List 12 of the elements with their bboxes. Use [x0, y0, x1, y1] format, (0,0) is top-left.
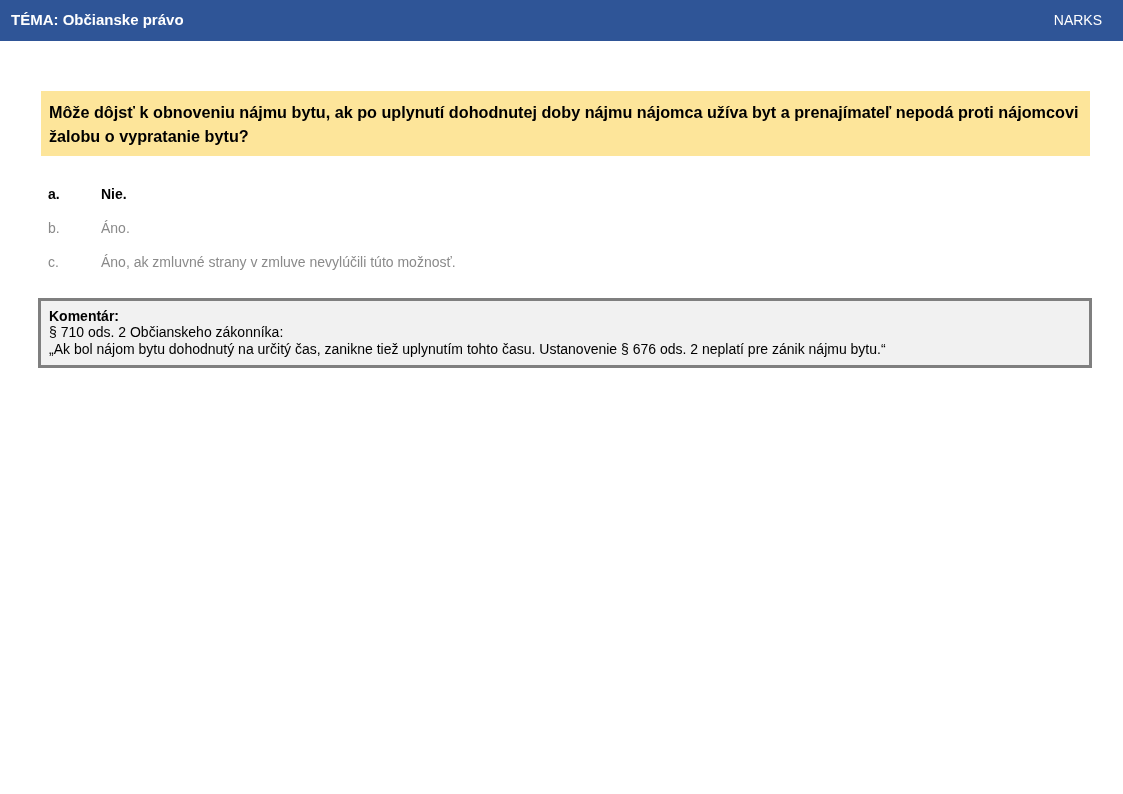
answer-text: Nie.	[101, 184, 127, 204]
comment-line: § 710 ods. 2 Občianskeho zákonníka:	[49, 324, 285, 342]
answer-letter: c.	[48, 252, 60, 272]
question-text: Môže dôjsť k obnoveniu nájmu bytu, ak po uplynutí dohodnutej doby nájmu nájomca užíva byt a prenajímateľ nepodá proti nájomcovi žalobu o vypratanie bytu?	[41, 91, 1090, 156]
comment-line: „Ak bol nájom bytu dohodnutý na určitý čas, zanikne tiež uplynutím tohto času. Ustanovenie § 676 ods. 2 neplatí pre zánik nájmu bytu.“	[49, 341, 887, 358]
comment-heading: Komentár:	[49, 307, 120, 325]
answer-text: Áno.	[101, 218, 130, 238]
brand-label: NARKS	[1053, 11, 1102, 30]
answer-letter: a.	[48, 184, 61, 204]
topic-title: TÉMA: Občianske právo	[11, 10, 184, 31]
answer-text: Áno, ak zmluvné strany v zmluve nevylúčili túto možnosť.	[101, 252, 456, 272]
answer-letter: b.	[48, 218, 61, 238]
